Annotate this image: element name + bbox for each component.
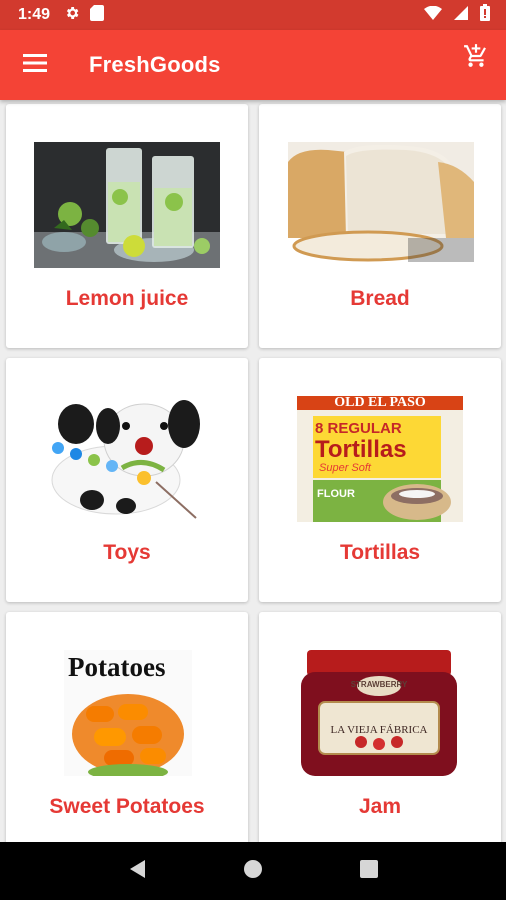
jam-brand: LA VIEJA FÁBRICA [330,724,428,736]
product-name: Toys [103,541,151,564]
product-card-lemon-juice[interactable]: Lemon juice [6,104,248,348]
jam-image: STRAWBERRY LA VIEJA FÁBRICA [299,650,459,776]
tortillas-count: 8 REGULAR [315,420,402,437]
sweet-potatoes-image: Potatoes [34,650,220,776]
settings-icon [64,5,80,26]
product-name: Sweet Potatoes [49,795,205,818]
app-title: FreshGoods [89,52,221,77]
tortillas-title: Tortillas [315,436,407,463]
product-grid: Lemon juice Bread Toys OLD EL PASO 8 REG… [0,100,506,842]
bread-image [288,142,474,268]
product-card-bread[interactable]: Bread [259,104,501,348]
home-icon[interactable] [242,858,264,885]
signal-icon [454,5,468,25]
status-time: 1:49 [18,6,51,23]
tortillas-flour: FLOUR [317,488,355,500]
app-bar: FreshGoods [0,30,506,100]
jam-flavor: STRAWBERRY [350,680,408,689]
toys-image [46,396,212,522]
menu-icon [23,53,47,77]
recents-icon[interactable] [359,859,379,884]
add-shopping-cart-icon [463,43,489,74]
navigation-bar [0,842,506,900]
sd-card-icon [90,4,105,26]
product-name: Lemon juice [65,287,189,310]
product-name: Bread [350,287,410,310]
cart-button[interactable] [446,28,506,88]
product-card-tortillas[interactable]: OLD EL PASO 8 REGULAR Tortillas Super So… [259,358,501,602]
wifi-icon [424,5,442,25]
product-name: Jam [358,795,402,818]
tortillas-brand: OLD EL PASO [334,396,426,410]
lemon-juice-image [34,142,220,268]
status-bar: 1:49 [0,0,506,30]
battery-icon [480,4,490,26]
product-card-sweet-potatoes[interactable]: Potatoes Sweet Potatoes [6,612,248,842]
tortillas-sub: Super Soft [319,462,371,474]
product-card-jam[interactable]: STRAWBERRY LA VIEJA FÁBRICA Jam [259,612,501,842]
potatoes-text: Potatoes [68,652,166,682]
product-name: Tortillas [339,541,421,564]
product-card-toys[interactable]: Toys [6,358,248,602]
menu-button[interactable] [0,30,70,100]
back-icon[interactable] [127,858,147,885]
tortillas-image: OLD EL PASO 8 REGULAR Tortillas Super So… [297,396,463,522]
